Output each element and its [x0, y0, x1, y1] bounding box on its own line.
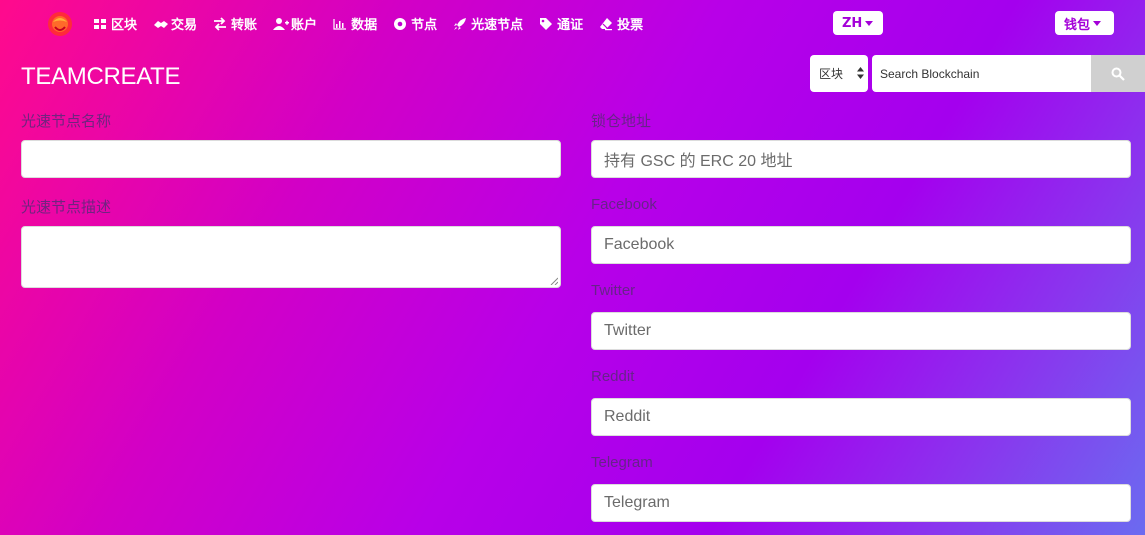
chevron-down-icon	[1093, 21, 1102, 26]
dot-circle-icon	[393, 17, 407, 31]
node-description-label: 光速节点描述	[21, 199, 112, 216]
eraser-icon	[599, 17, 613, 31]
lock-address-input[interactable]: 持有 GSC 的 ERC 20 地址	[591, 140, 1131, 178]
rocket-icon	[453, 17, 467, 31]
twitter-input[interactable]: Twitter	[591, 312, 1131, 350]
nav-item-label: 通证	[557, 18, 584, 33]
wallet-dropdown[interactable]: 钱包	[1055, 11, 1114, 35]
nav-item-accounts[interactable]: 账户	[273, 14, 317, 33]
nav-item-tokens[interactable]: 通证	[539, 14, 583, 33]
nav-item-data[interactable]: 数据	[333, 14, 377, 33]
nav-item-voting[interactable]: 投票	[599, 14, 643, 33]
page-title: TEAMCREATE	[21, 63, 181, 90]
twitter-placeholder: Twitter	[604, 322, 652, 339]
node-name-label: 光速节点名称	[21, 113, 112, 130]
nav-item-transactions[interactable]: 交易	[153, 14, 197, 33]
handshake-icon	[153, 17, 169, 31]
tag-icon	[539, 17, 553, 31]
nav-item-lightspeed-nodes[interactable]: 光速节点	[453, 14, 523, 33]
facebook-input[interactable]: Facebook	[591, 226, 1131, 264]
chevron-down-icon	[865, 21, 874, 26]
nav-item-label: 数据	[351, 18, 378, 33]
lock-address-label: 锁仓地址	[591, 113, 652, 130]
node-description-textarea[interactable]	[21, 226, 561, 288]
search-input[interactable]: Search Blockchain	[872, 55, 1091, 92]
wallet-label: 钱包	[1064, 17, 1091, 33]
telegram-placeholder: Telegram	[604, 494, 670, 511]
language-dropdown[interactable]: ZH	[833, 11, 883, 35]
search-icon	[1111, 67, 1125, 81]
nav-item-blocks[interactable]: 区块	[93, 14, 137, 33]
transfer-arrows-icon	[213, 16, 227, 31]
nav-item-label: 区块	[111, 18, 138, 33]
top-navbar: 区块 交易 转账 账户 数据 节点 光速节点 通证 投票 ZH 钱包	[0, 0, 1145, 46]
telegram-label: Telegram	[591, 454, 653, 471]
search-placeholder: Search Blockchain	[880, 66, 980, 81]
telegram-input[interactable]: Telegram	[591, 484, 1131, 522]
nav-menu: 区块 交易 转账 账户 数据 节点 光速节点 通证 投票	[93, 14, 659, 33]
logo-icon[interactable]	[46, 10, 74, 38]
nav-item-label: 投票	[617, 18, 644, 33]
reddit-placeholder: Reddit	[604, 408, 651, 425]
nav-item-label: 转账	[231, 18, 258, 33]
resize-grip-icon[interactable]	[550, 277, 558, 285]
nav-item-label: 账户	[291, 18, 318, 33]
node-name-input[interactable]	[21, 140, 561, 178]
search-scope-select[interactable]: 区块	[810, 55, 868, 92]
user-plus-icon	[273, 17, 290, 31]
select-arrows-icon	[857, 67, 864, 79]
language-label: ZH	[842, 15, 863, 31]
bar-chart-icon	[333, 17, 347, 31]
nav-item-transfers[interactable]: 转账	[213, 14, 257, 33]
nav-item-label: 交易	[171, 18, 198, 33]
grid-icon	[93, 17, 107, 31]
reddit-label: Reddit	[591, 368, 635, 385]
facebook-placeholder: Facebook	[604, 236, 675, 253]
nav-item-nodes[interactable]: 节点	[393, 14, 437, 33]
search-button[interactable]	[1091, 55, 1145, 92]
lock-address-placeholder: 持有 GSC 的 ERC 20 地址	[604, 153, 793, 170]
nav-item-label: 节点	[411, 18, 438, 33]
twitter-label: Twitter	[591, 282, 636, 299]
reddit-input[interactable]: Reddit	[591, 398, 1131, 436]
facebook-label: Facebook	[591, 196, 657, 213]
nav-item-label: 光速节点	[471, 18, 524, 33]
search-scope-value: 区块	[819, 67, 844, 81]
